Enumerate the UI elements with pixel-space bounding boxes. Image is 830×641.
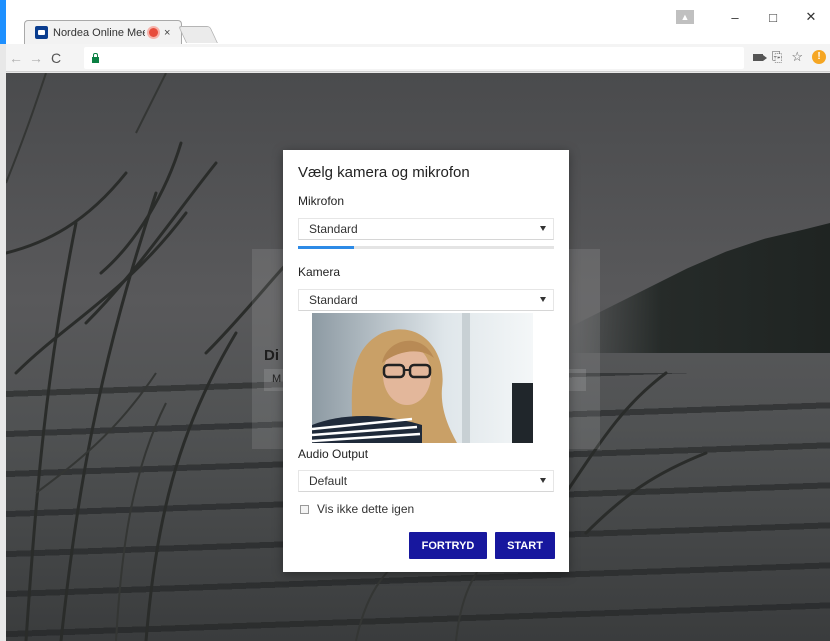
- reload-button[interactable]: C: [46, 50, 66, 66]
- camera-preview: [312, 313, 533, 443]
- audio-output-select[interactable]: Default: [298, 470, 554, 492]
- microphone-selected: Standard: [309, 222, 358, 236]
- start-button[interactable]: START: [495, 532, 555, 559]
- dont-show-again-row[interactable]: Vis ikke dette igen: [300, 502, 414, 516]
- device-selection-dialog: Vælg kamera og mikrofon Mikrofon Standar…: [283, 150, 569, 572]
- lock-icon: [92, 52, 99, 63]
- chevron-down-icon: [540, 297, 546, 302]
- profile-icon[interactable]: ▲: [676, 10, 694, 24]
- tab-title: Nordea Online Meeti: [53, 26, 145, 39]
- tab-close-icon[interactable]: ×: [164, 27, 170, 39]
- camera-preview-image: [312, 313, 533, 443]
- microphone-level-fill: [298, 246, 355, 249]
- audio-output-label: Audio Output: [298, 447, 369, 461]
- camera-select[interactable]: Standard: [298, 289, 554, 311]
- window-controls: ▲ – □ ✕: [676, 0, 830, 34]
- dialog-title: Vælg kamera og mikrofon: [298, 164, 470, 181]
- audio-output-selected: Default: [309, 474, 348, 488]
- back-button[interactable]: ←: [6, 50, 26, 66]
- dont-show-again-checkbox[interactable]: [300, 504, 309, 514]
- meeting-favicon-icon: [35, 26, 48, 39]
- browser-tab[interactable]: Nordea Online Meeti ×: [24, 20, 182, 44]
- extension-icon[interactable]: !: [812, 50, 826, 64]
- maximize-button[interactable]: □: [754, 10, 792, 25]
- chevron-down-icon: [540, 478, 546, 483]
- translate-icon[interactable]: ⎘: [772, 49, 782, 65]
- minimize-button[interactable]: –: [716, 10, 754, 25]
- camera-selected: Standard: [309, 293, 358, 307]
- camera-icon[interactable]: [752, 53, 767, 61]
- dont-show-again-label: Vis ikke dette igen: [317, 502, 415, 516]
- microphone-label: Mikrofon: [298, 194, 345, 208]
- address-bar[interactable]: [84, 47, 744, 69]
- browser-titlebar: Nordea Online Meeti × ▲ – □ ✕: [0, 0, 830, 44]
- browser-toolbar: ← → C ⎘ ☆ !: [6, 44, 830, 72]
- chevron-down-icon: [540, 226, 546, 231]
- microphone-select[interactable]: Standard: [298, 218, 554, 240]
- star-icon[interactable]: ☆: [791, 49, 803, 65]
- close-window-button[interactable]: ✕: [792, 9, 830, 25]
- forward-button[interactable]: →: [26, 50, 46, 66]
- cancel-button[interactable]: FORTRYD: [409, 532, 487, 559]
- camera-label: Kamera: [298, 265, 341, 279]
- microphone-level-meter: [298, 246, 554, 249]
- toolbar-icons: ⎘ ☆ !: [752, 49, 826, 65]
- recording-indicator-icon: [149, 28, 158, 37]
- new-tab-button[interactable]: [178, 26, 218, 43]
